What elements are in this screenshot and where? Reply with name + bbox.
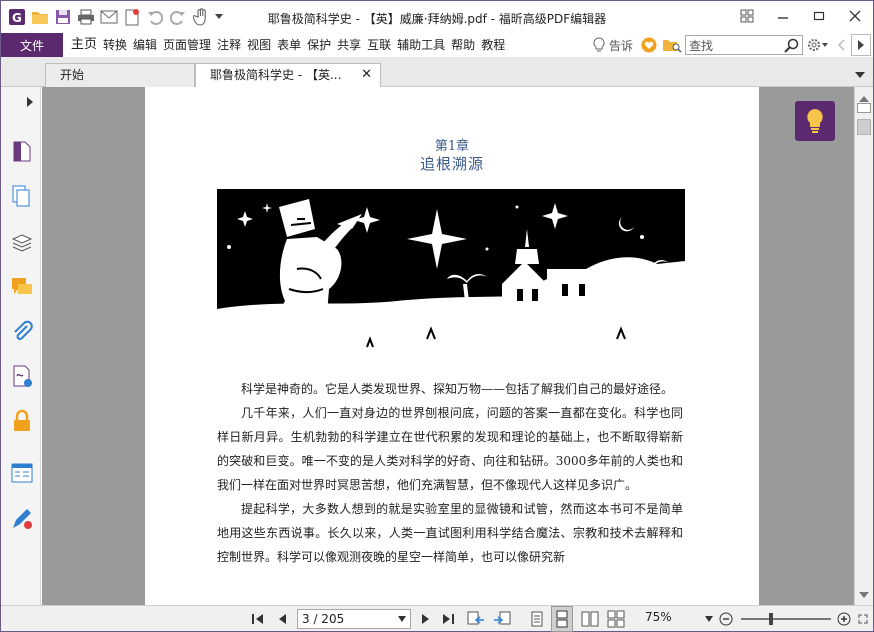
comments-icon[interactable]: [10, 275, 34, 299]
split-view-handle[interactable]: [857, 103, 871, 113]
security-lock-icon[interactable]: [10, 409, 34, 433]
title-bar: G 耶鲁极简科学史 - 【英】威廉·拜纳姆.pdf - 福昕高级PDF编辑器: [1, 1, 873, 33]
document-tab-bar: 开始 耶鲁极简科学史 - 【英... ✕: [1, 57, 873, 87]
pdf-page: 第1章 追根溯源 科学是神奇的。它是人类发现世界、探知万物——包括了解我们自己的…: [145, 87, 759, 605]
hand-tool-icon[interactable]: [191, 7, 211, 27]
menu-protect[interactable]: 保护: [304, 33, 334, 57]
menu-help[interactable]: 帮助: [448, 33, 478, 57]
chapter-number: 第1章: [434, 139, 470, 154]
open-folder-icon[interactable]: [30, 7, 50, 27]
attachments-icon[interactable]: [10, 319, 34, 343]
tab-document-label: 耶鲁极简科学史 - 【英...: [210, 68, 342, 82]
svg-text:G: G: [12, 11, 22, 25]
page-number-input[interactable]: 3 / 205: [297, 609, 411, 629]
next-page-icon[interactable]: [417, 606, 435, 632]
menu-view[interactable]: 视图: [244, 33, 274, 57]
expand-panel-icon[interactable]: [27, 96, 33, 110]
paragraph: 几千年来，人们一直对身边的世界刨根问底，问题的答案一直都在变化。科学也同样日新月…: [217, 406, 683, 492]
next-view-icon[interactable]: [491, 606, 513, 632]
menu-accessibility[interactable]: 辅助工具: [394, 33, 448, 57]
ribbon-scroll-right-icon[interactable]: [851, 34, 871, 56]
app-window: G 耶鲁极简科学史 - 【英】威廉·拜纳姆.pdf - 福昕高级PDF编辑器 文…: [0, 0, 874, 632]
maximize-icon[interactable]: [801, 1, 837, 31]
email-icon[interactable]: [99, 7, 119, 27]
tab-start-label: 开始: [60, 68, 85, 82]
ribbon-tabs: 主页 转换 编辑 页面管理 注释 视图 表单 保护 共享 互联 辅助工具 帮助 …: [68, 33, 508, 57]
tab-document[interactable]: 耶鲁极简科学史 - 【英... ✕: [195, 63, 381, 87]
status-bar: 3 / 205 75%: [1, 605, 873, 632]
tab-close-icon[interactable]: ✕: [361, 64, 372, 86]
continuous-view-icon[interactable]: [551, 606, 573, 632]
menu-home[interactable]: 主页: [68, 33, 100, 57]
quick-access-toolbar: G: [1, 1, 224, 33]
pages-icon[interactable]: [10, 139, 34, 163]
smart-tips-button[interactable]: [795, 101, 835, 141]
settings-gear-icon[interactable]: [803, 37, 831, 53]
document-viewport: 第1章 追根溯源 科学是神奇的。它是人类发现世界、探知万物——包括了解我们自己的…: [42, 87, 854, 605]
file-menu-button[interactable]: 文件: [1, 33, 63, 57]
minimize-icon[interactable]: [765, 1, 801, 31]
window-controls: [729, 1, 873, 33]
tell-me-label[interactable]: 告诉: [609, 37, 633, 54]
menu-share[interactable]: 共享: [334, 33, 364, 57]
chapter-illustration: [217, 189, 685, 364]
app-logo-icon[interactable]: G: [7, 7, 27, 27]
paragraph: 提起科学，大多数人想到的就是实验室里的显微镜和试管，然而这本书可不是简单地用这些…: [217, 502, 683, 564]
close-icon[interactable]: [837, 1, 873, 31]
save-icon[interactable]: [53, 7, 73, 27]
redo-icon[interactable]: [168, 7, 188, 27]
search-icon[interactable]: [784, 38, 800, 54]
search-input[interactable]: 查找: [685, 35, 803, 55]
zoom-level[interactable]: 75%: [645, 610, 672, 624]
paragraph: 科学是神奇的。它是人类发现世界、探知万物——包括了解我们自己的最好途径。: [241, 382, 674, 396]
feedback-heart-icon[interactable]: [639, 37, 659, 53]
last-page-icon[interactable]: [439, 606, 457, 632]
navigation-panel: [1, 87, 41, 605]
menu-organize[interactable]: 页面管理: [160, 33, 214, 57]
zoom-dropdown-chevron-icon[interactable]: [703, 606, 715, 632]
form-fields-icon[interactable]: [10, 461, 34, 485]
zoom-in-icon[interactable]: [835, 606, 853, 632]
menu-convert[interactable]: 转换: [100, 33, 130, 57]
scroll-thumb[interactable]: [857, 119, 871, 135]
menu-form[interactable]: 表单: [274, 33, 304, 57]
pen-signature-icon[interactable]: [10, 507, 34, 531]
search-placeholder: 查找: [689, 38, 714, 53]
menu-comment[interactable]: 注释: [214, 33, 244, 57]
lightbulb-icon[interactable]: [589, 37, 609, 53]
layers-icon[interactable]: [10, 230, 34, 254]
scroll-down-icon[interactable]: [859, 587, 869, 601]
customize-toolbar-chevron-icon[interactable]: [214, 7, 224, 27]
fullscreen-icon[interactable]: [855, 606, 871, 632]
zoom-slider[interactable]: [741, 613, 831, 625]
single-page-view-icon[interactable]: [527, 606, 547, 632]
first-page-icon[interactable]: [249, 606, 267, 632]
menu-connect[interactable]: 互联: [364, 33, 394, 57]
page-number-value: 3 / 205: [302, 612, 345, 626]
chapter-body: 科学是神奇的。它是人类发现世界、探知万物——包括了解我们自己的最好途径。 几千年…: [217, 377, 683, 569]
new-document-icon[interactable]: [122, 7, 142, 27]
zoom-out-icon[interactable]: [717, 606, 735, 632]
signature-icon[interactable]: [10, 364, 34, 388]
vertical-scrollbar[interactable]: [854, 87, 873, 605]
tab-start[interactable]: 开始: [45, 63, 195, 87]
previous-page-icon[interactable]: [273, 606, 291, 632]
copy-pages-icon[interactable]: [10, 184, 34, 208]
menu-edit[interactable]: 编辑: [130, 33, 160, 57]
undo-icon[interactable]: [145, 7, 165, 27]
zoom-slider-knob[interactable]: [769, 613, 773, 625]
folder-search-icon[interactable]: [659, 37, 685, 53]
ribbon-scroll-left-icon[interactable]: [831, 39, 851, 51]
tab-list-chevron-icon[interactable]: [855, 67, 865, 81]
continuous-facing-view-icon[interactable]: [605, 606, 627, 632]
menubar-right-tools: 告诉 查找: [589, 33, 873, 57]
ribbon-layout-icon[interactable]: [729, 1, 765, 31]
previous-view-icon[interactable]: [465, 606, 487, 632]
ribbon-menu-bar: 文件 主页 转换 编辑 页面管理 注释 视图 表单 保护 共享 互联 辅助工具 …: [1, 33, 873, 57]
menu-tutorial[interactable]: 教程: [478, 33, 508, 57]
lightbulb-tip-icon: [807, 109, 823, 133]
chapter-title: 追根溯源: [419, 155, 484, 173]
facing-view-icon[interactable]: [579, 606, 601, 632]
print-icon[interactable]: [76, 7, 96, 27]
